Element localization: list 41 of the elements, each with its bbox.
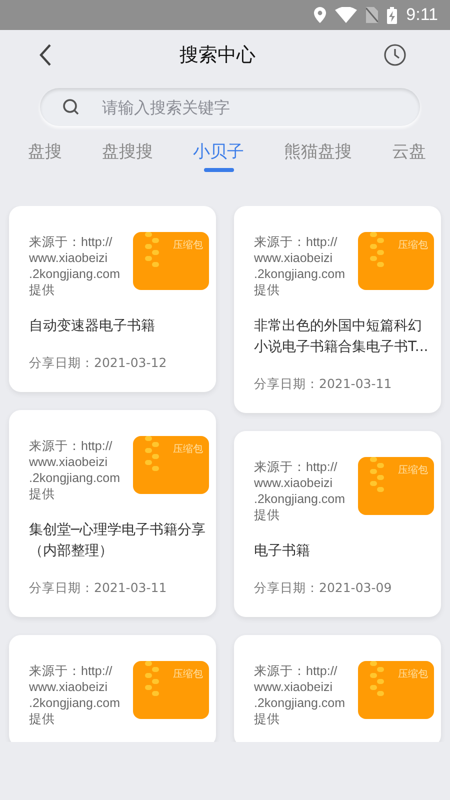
card-title: 非常出色的外国中短篇科幻小说电子书籍合集电子书T...	[254, 317, 430, 357]
archive-label: 压缩包	[398, 668, 428, 681]
location-icon	[314, 7, 326, 23]
share-date: 分享日期：2021-03-11	[29, 580, 168, 597]
card-title: 电子书籍	[254, 542, 311, 561]
card-title: 自动变速器电子书籍	[29, 317, 156, 336]
share-date: 分享日期：2021-03-12	[29, 355, 168, 372]
no-sim-icon	[366, 7, 378, 23]
tab[interactable]: 盘搜搜	[102, 136, 153, 186]
source-text: 来源于：http:// www.xiaobeizi .2kongjiang.com 提供	[254, 459, 346, 523]
status-time: 9:11	[406, 5, 438, 25]
tab[interactable]: 盘搜	[0, 136, 62, 186]
tab[interactable]: 熊猫盘搜	[284, 136, 352, 186]
card-title: 集创堂─心理学电子书籍分享（内部整理）	[29, 521, 206, 561]
back-icon[interactable]	[38, 43, 52, 67]
result-card[interactable]: 来源于：http:// www.xiaobeizi .2kongjiang.com 提供 压缩包	[9, 635, 216, 742]
source-text: 来源于：http:// www.xiaobeizi .2kongjiang.com 提供	[29, 438, 120, 502]
tab[interactable]: 小贝子	[193, 136, 244, 186]
archive-label: 压缩包	[398, 464, 428, 477]
source-text: 来源于：http:// www.xiaobeizi .2kongjiang.com 提供	[29, 663, 120, 727]
clock-icon[interactable]	[383, 43, 407, 67]
result-card[interactable]: 来源于：http:// www.xiaobeizi .2kongjiang.com 提供 压缩包 集创堂─心理学电子书籍分享（内部整理） 分享日期：2021-03-11	[9, 410, 216, 617]
archive-label: 压缩包	[398, 238, 428, 252]
source-text: 来源于：http:// www.xiaobeizi .2kongjiang.com 提供	[254, 234, 346, 298]
tab[interactable]: 云盘	[392, 136, 426, 186]
share-date: 分享日期：2021-03-09	[254, 580, 393, 597]
source-text: 来源于：http:// www.xiaobeizi .2kongjiang.com 提供	[29, 234, 120, 298]
archive-label: 压缩包	[173, 668, 203, 681]
archive-label: 压缩包	[173, 238, 203, 252]
search-field[interactable]: 请输入搜索关键字	[40, 88, 420, 126]
result-card[interactable]: 来源于：http:// www.xiaobeizi .2kongjiang.com 提供 压缩包 非常出色的外国中短篇科幻小说电子书籍合集电子书T... 分享日期：2021-03-11	[234, 206, 441, 413]
result-card[interactable]: 来源于：http:// www.xiaobeizi .2kongjiang.com 提供 压缩包 电子书籍 分享日期：2021-03-09	[234, 431, 441, 617]
archive-label: 压缩包	[173, 442, 203, 456]
battery-icon	[387, 6, 398, 24]
result-card[interactable]: 来源于：http:// www.xiaobeizi .2kongjiang.com 提供 压缩包 自动变速器电子书籍 分享日期：2021-03-12	[9, 206, 216, 392]
search-icon	[62, 98, 80, 116]
result-card[interactable]: 来源于：http:// www.xiaobeizi .2kongjiang.com 提供 压缩包	[234, 635, 441, 742]
page-title: 搜索中心	[180, 43, 256, 68]
share-date: 分享日期：2021-03-11	[254, 376, 393, 393]
source-text: 来源于：http:// www.xiaobeizi .2kongjiang.com 提供	[254, 663, 346, 727]
wifi-icon	[335, 7, 358, 23]
